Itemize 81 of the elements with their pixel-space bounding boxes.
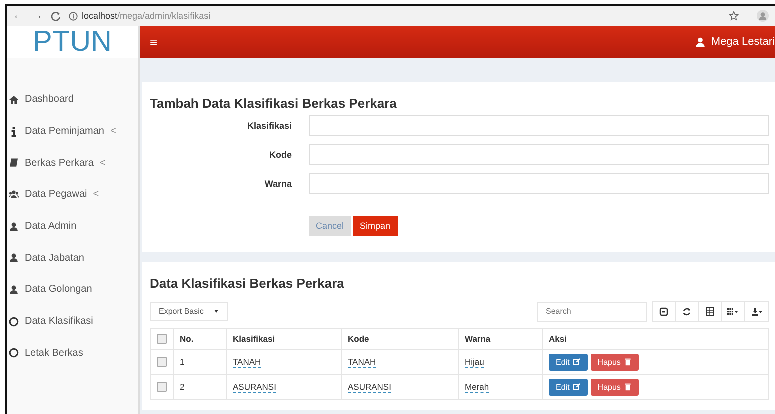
column-header: No. <box>174 328 226 350</box>
profile-icon[interactable] <box>757 10 769 22</box>
user-icon <box>9 253 19 264</box>
delete-button[interactable]: Hapus <box>590 354 639 370</box>
columns-icon <box>704 306 716 316</box>
column-header: Aksi <box>542 328 768 350</box>
info-icon <box>9 126 19 137</box>
table-cell: 1 <box>174 350 226 374</box>
sidebar-item[interactable]: Dashboard <box>7 84 138 116</box>
brand-logo[interactable]: PTUN <box>7 26 138 58</box>
user-icon <box>695 36 706 48</box>
editable-cell[interactable]: TANAH <box>348 357 376 368</box>
sidebar-label: Data Klasifikasi <box>25 316 94 328</box>
url-text[interactable]: localhost/mega/admin/klasifikasi <box>82 11 211 21</box>
sidebar-label: Data Pegawai <box>25 189 88 200</box>
sidebar-label: Letak Berkas <box>25 348 84 359</box>
caret-icon: < <box>100 158 106 169</box>
editable-cell[interactable]: TANAH <box>233 357 262 368</box>
trash-icon <box>624 383 632 391</box>
column-header: Kode <box>342 328 458 350</box>
input-field[interactable] <box>309 173 769 194</box>
sidebar-label: Data Jabatan <box>25 252 84 264</box>
edit-button[interactable]: Edit <box>549 378 588 396</box>
edit-icon <box>572 358 581 366</box>
caret-icon: < <box>110 126 116 138</box>
save-button[interactable]: Simpan <box>353 216 398 236</box>
field-label: Klasifikasi <box>246 120 292 130</box>
editable-cell[interactable]: ASURANSI <box>348 382 392 393</box>
editable-cell[interactable]: Merah <box>465 382 490 393</box>
sidebar-item[interactable]: Data Jabatan <box>7 242 138 274</box>
caret-icon <box>214 309 219 314</box>
sidebar-label: Data Admin <box>25 221 77 232</box>
trash-icon <box>624 358 632 366</box>
input-field[interactable] <box>309 144 769 165</box>
user-icon <box>9 222 19 232</box>
form-title: Tambah Data Klasifikasi Berkas Perkara <box>150 96 398 111</box>
input-field[interactable] <box>309 115 769 136</box>
square-icon <box>658 306 670 316</box>
user-name[interactable]: Mega Lestari <box>711 36 775 48</box>
sidebar-item[interactable]: Data Peminjaman < <box>7 116 138 148</box>
sidebar-label: Data Golongan <box>25 284 92 296</box>
sidebar-item[interactable]: Data Golongan <box>7 274 138 306</box>
sidebar-item[interactable]: Data Admin <box>7 210 138 242</box>
checkbox[interactable] <box>157 357 167 368</box>
reload-icon[interactable] <box>51 11 61 21</box>
download-caret-icon <box>750 306 762 316</box>
home-icon <box>9 94 19 105</box>
editable-cell[interactable]: ASURANSI <box>233 382 276 393</box>
sidebar-item[interactable]: Data Klasifikasi <box>7 306 138 338</box>
editable-cell[interactable]: Hijau <box>465 357 484 368</box>
sidebar-label: Data Peminjaman <box>25 126 104 138</box>
checkbox[interactable] <box>157 334 167 344</box>
star-icon[interactable] <box>729 11 739 21</box>
info-icon <box>69 12 78 20</box>
edit-button[interactable]: Edit <box>549 354 588 370</box>
table-cell: 2 <box>174 374 226 400</box>
field-label: Kode <box>268 150 292 160</box>
column-header: Warna <box>458 328 542 350</box>
grid-caret-icon <box>727 306 739 316</box>
table-title: Data Klasifikasi Berkas Perkara <box>150 276 346 291</box>
circle-icon <box>9 348 19 358</box>
delete-button[interactable]: Hapus <box>590 378 639 396</box>
users-icon <box>9 190 19 200</box>
sidebar-item[interactable]: Data Pegawai < <box>7 179 138 211</box>
search-field[interactable]: Search <box>537 302 647 322</box>
edit-icon <box>572 383 581 391</box>
checkbox[interactable] <box>157 382 167 392</box>
sidebar-item[interactable]: Letak Berkas <box>7 338 138 370</box>
column-header: Klasifikasi <box>226 328 342 350</box>
caret-icon: < <box>93 189 100 200</box>
refresh-icon <box>681 306 693 316</box>
field-label: Warna <box>264 178 292 188</box>
user-icon <box>9 284 19 295</box>
sidebar-label: Dashboard <box>25 94 74 106</box>
sidebar-item[interactable]: Berkas Perkara < <box>7 147 138 180</box>
circle-icon <box>9 316 19 327</box>
menu-button[interactable]: ≡ <box>150 34 158 50</box>
forward-button[interactable]: → <box>32 10 43 22</box>
export-dropdown[interactable]: Export Basic <box>150 302 228 321</box>
back-button[interactable]: ← <box>13 10 24 22</box>
sidebar-label: Berkas Perkara <box>25 158 94 169</box>
